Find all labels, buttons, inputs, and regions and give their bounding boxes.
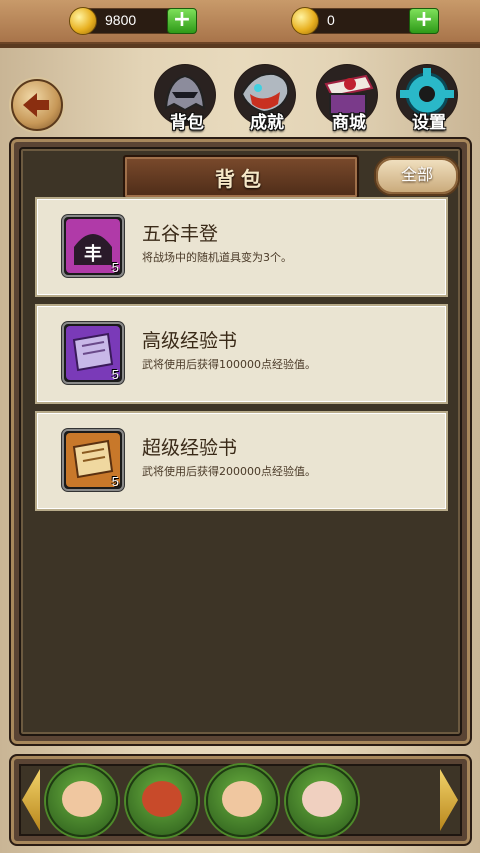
tab-settings-label: 设置 <box>412 113 446 133</box>
item-name: 高级经验书 <box>142 330 238 352</box>
coin-counter: 0 + <box>291 7 439 35</box>
hero-portrait-1[interactable] <box>46 765 118 837</box>
hero-portrait-1-icon <box>62 781 102 817</box>
gold-counter: 9800 + <box>69 7 197 35</box>
back-button[interactable] <box>11 79 63 131</box>
coin-value: 0 <box>327 12 335 28</box>
item-desc: 将战场中的随机道具变为3个。 <box>142 251 292 264</box>
inventory-item[interactable]: 丰 5 五谷丰登 将战场中的随机道具变为3个。 <box>35 197 448 297</box>
item-count: 5 <box>111 474 119 489</box>
panel-title: 背包 <box>215 167 267 191</box>
svg-text:丰: 丰 <box>84 243 102 265</box>
gold-value: 9800 <box>105 12 137 28</box>
tab-shop[interactable]: 商城 <box>312 62 386 134</box>
hero-portrait-4-icon <box>302 781 342 817</box>
add-gold-button[interactable]: + <box>167 8 197 34</box>
hero-portrait-2[interactable] <box>126 765 198 837</box>
hero-portrait-2-icon <box>142 781 182 817</box>
inventory-item[interactable]: 5 高级经验书 武将使用后获得100000点经验值。 <box>35 304 448 404</box>
hero-portrait-3-icon <box>222 781 262 817</box>
tab-backpack[interactable]: 背包 <box>150 62 224 134</box>
filter-all-button[interactable]: 全部 <box>374 156 460 196</box>
harvest-item-icon: 丰 5 <box>62 215 124 277</box>
add-coin-button[interactable]: + <box>409 8 439 34</box>
tab-shop-label: 商城 <box>332 113 366 133</box>
advanced-exp-book-icon: 5 <box>62 322 124 384</box>
item-count: 5 <box>111 260 119 275</box>
hero-portrait-4[interactable] <box>286 765 358 837</box>
item-name: 五谷丰登 <box>142 223 219 245</box>
hero-portrait-3[interactable] <box>206 765 278 837</box>
top-resource-bar: 9800 + 0 + <box>0 0 480 48</box>
item-count: 5 <box>111 367 119 382</box>
inventory-item[interactable]: 5 超级经验书 武将使用后获得200000点经验值。 <box>35 411 448 511</box>
tab-settings[interactable]: 设置 <box>392 62 466 134</box>
coin-icon <box>291 7 319 35</box>
item-desc: 武将使用后获得200000点经验值。 <box>142 465 316 478</box>
panel-title-banner: 背包 <box>123 155 359 199</box>
gold-ingot-icon <box>69 7 97 35</box>
super-exp-book-icon: 5 <box>62 429 124 491</box>
tab-backpack-label: 背包 <box>170 113 204 133</box>
item-name: 超级经验书 <box>142 437 238 459</box>
item-desc: 武将使用后获得100000点经验值。 <box>142 358 316 371</box>
tab-achievement[interactable]: 成就 <box>230 62 304 134</box>
tab-achievement-label: 成就 <box>250 113 284 133</box>
